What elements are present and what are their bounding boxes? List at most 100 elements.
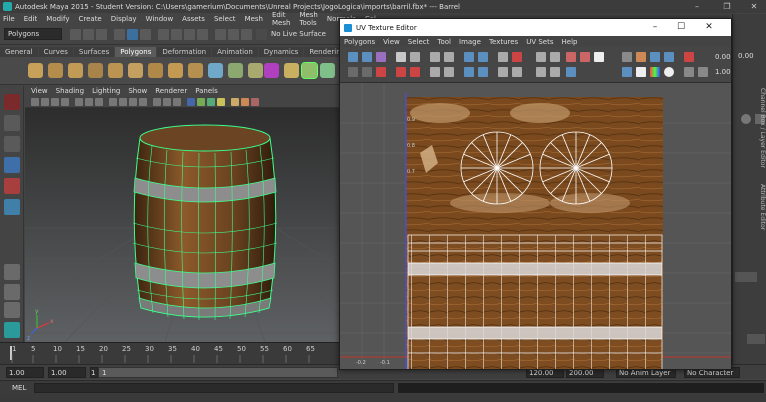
menu-create[interactable]: Create	[78, 15, 101, 23]
combine-icon[interactable]	[208, 63, 223, 78]
uv-distribute-icon[interactable]	[512, 67, 522, 77]
wireframe-on-shaded-icon[interactable]	[129, 98, 137, 106]
uv-layout-icon[interactable]	[396, 52, 406, 62]
uv-canvas[interactable]: 0.9 0.8 0.7 -0.2 -0.1	[340, 83, 731, 369]
menu-window[interactable]: Window	[146, 15, 174, 23]
image-plane-icon[interactable]	[61, 98, 69, 106]
poly-cylinder-icon[interactable]	[68, 63, 83, 78]
snap-curve-icon[interactable]	[171, 29, 182, 40]
poly-cube-icon[interactable]	[48, 63, 63, 78]
save-scene-icon[interactable]	[96, 29, 107, 40]
viewport-menu-view[interactable]: View	[31, 87, 48, 95]
layer-buttons-icon[interactable]	[735, 272, 757, 282]
uv-isolate-icon[interactable]	[478, 52, 488, 62]
uv-lattice-icon[interactable]	[550, 52, 560, 62]
snap-view-icon[interactable]	[197, 29, 208, 40]
poly-pipe-icon[interactable]	[188, 63, 203, 78]
lasso-tool-icon[interactable]	[4, 115, 20, 131]
use-all-lights-icon[interactable]	[163, 98, 171, 106]
uv-pin-icon[interactable]	[512, 52, 522, 62]
maya-restore-button[interactable]: ❐	[716, 0, 738, 13]
color-management-icon[interactable]	[251, 98, 259, 106]
mel-label[interactable]: MEL	[12, 384, 26, 392]
menu-assets[interactable]: Assets	[182, 15, 205, 23]
select-tool-icon[interactable]	[4, 94, 20, 110]
uv-image-dim-icon[interactable]	[594, 52, 604, 62]
uv-scale-icon[interactable]	[550, 67, 560, 77]
poly-cone-icon[interactable]	[88, 63, 103, 78]
uv-grid-toggle-icon[interactable]	[622, 52, 632, 62]
construction-history-icon[interactable]	[215, 29, 226, 40]
uv-offset-value[interactable]: 0.00	[715, 53, 731, 61]
textured-icon[interactable]	[153, 98, 161, 106]
uv-rgb-icon[interactable]	[622, 67, 632, 77]
uv-editor-close-button[interactable]: ✕	[696, 19, 722, 36]
anti-aliasing-icon[interactable]	[207, 98, 215, 106]
uv-normalize-icon[interactable]	[536, 67, 546, 77]
uv-menu-tool[interactable]: Tool	[437, 38, 451, 46]
camera-select-icon[interactable]	[31, 98, 39, 106]
viewport-menu-panels[interactable]: Panels	[195, 87, 218, 95]
uv-alpha-icon[interactable]	[664, 67, 674, 77]
uv-unfold-icon[interactable]	[396, 67, 406, 77]
extrude-icon[interactable]	[284, 63, 299, 78]
uv-align-max-v-icon[interactable]	[444, 67, 454, 77]
ambient-occlusion-icon[interactable]	[197, 98, 205, 106]
snap-point-icon[interactable]	[184, 29, 195, 40]
uv-editor-maximize-button[interactable]: ☐	[668, 19, 694, 36]
poly-prism-icon[interactable]	[148, 63, 163, 78]
open-scene-icon[interactable]	[83, 29, 94, 40]
globe-icon[interactable]	[741, 114, 751, 124]
shelf-tab-surfaces[interactable]: Surfaces	[73, 47, 115, 57]
gamma-icon[interactable]	[241, 98, 249, 106]
uv-scale-value[interactable]: 1.00	[715, 68, 731, 76]
viewport-menu-shading[interactable]: Shading	[56, 87, 84, 95]
menu-select[interactable]: Select	[214, 15, 236, 23]
start-time-field[interactable]: 1.00	[6, 367, 44, 378]
live-surface-magnet-icon[interactable]	[256, 29, 267, 40]
move-tool-icon[interactable]	[4, 157, 20, 173]
uv-straighten-icon[interactable]	[498, 52, 508, 62]
shadows-icon[interactable]	[173, 98, 181, 106]
rotate-tool-icon[interactable]	[4, 178, 20, 194]
barrel-mesh[interactable]	[132, 124, 278, 321]
uv-gamma-icon[interactable]	[684, 67, 694, 77]
uv-menu-uv-sets[interactable]: UV Sets	[526, 38, 553, 46]
smooth-shade-icon[interactable]	[119, 98, 127, 106]
select-by-object-icon[interactable]	[127, 29, 138, 40]
uv-border-icon[interactable]	[478, 67, 488, 77]
viewport-menu-show[interactable]: Show	[128, 87, 147, 95]
select-by-hierarchy-icon[interactable]	[114, 29, 125, 40]
shelf-tab-curves[interactable]: Curves	[38, 47, 73, 57]
separate-icon[interactable]	[228, 63, 243, 78]
attribute-editor-tab[interactable]: Attribute Editor	[759, 184, 766, 254]
uv-snapshot-icon[interactable]	[464, 52, 474, 62]
current-frame-field[interactable]: 1	[90, 367, 98, 378]
layout-two-icon[interactable]	[4, 302, 20, 318]
poly-sphere-icon[interactable]	[28, 63, 43, 78]
menu-file[interactable]: File	[3, 15, 15, 23]
bookmark-icon[interactable]	[51, 98, 59, 106]
layout-outliner-icon[interactable]	[4, 322, 20, 338]
bridge-icon[interactable]	[301, 62, 318, 79]
uv-filter-icon[interactable]	[636, 52, 646, 62]
uv-exposure-icon[interactable]	[684, 52, 694, 62]
exposure-icon[interactable]	[231, 98, 239, 106]
uv-view-transform-icon[interactable]	[698, 67, 708, 77]
maya-minimize-button[interactable]: –	[686, 0, 708, 13]
wireframe-icon[interactable]	[109, 98, 117, 106]
paint-select-tool-icon[interactable]	[4, 136, 20, 152]
uv-grid-icon[interactable]	[410, 52, 420, 62]
uv-rotate-ccw-icon[interactable]	[376, 52, 386, 62]
shelf-tab-polygons[interactable]: Polygons	[115, 47, 157, 57]
uv-smudge-icon[interactable]	[536, 52, 546, 62]
film-gate-icon[interactable]	[85, 98, 93, 106]
menu-mesh[interactable]: Mesh	[245, 15, 263, 23]
uv-flip-u-icon[interactable]	[348, 52, 358, 62]
uv-align-min-v-icon[interactable]	[430, 67, 440, 77]
perspective-viewport[interactable]: x y z	[25, 108, 340, 342]
poly-plane-icon[interactable]	[108, 63, 123, 78]
layout-single-icon[interactable]	[4, 264, 20, 280]
shelf-tab-dynamics[interactable]: Dynamics	[258, 47, 304, 57]
playback-controls-icon[interactable]	[747, 334, 765, 344]
